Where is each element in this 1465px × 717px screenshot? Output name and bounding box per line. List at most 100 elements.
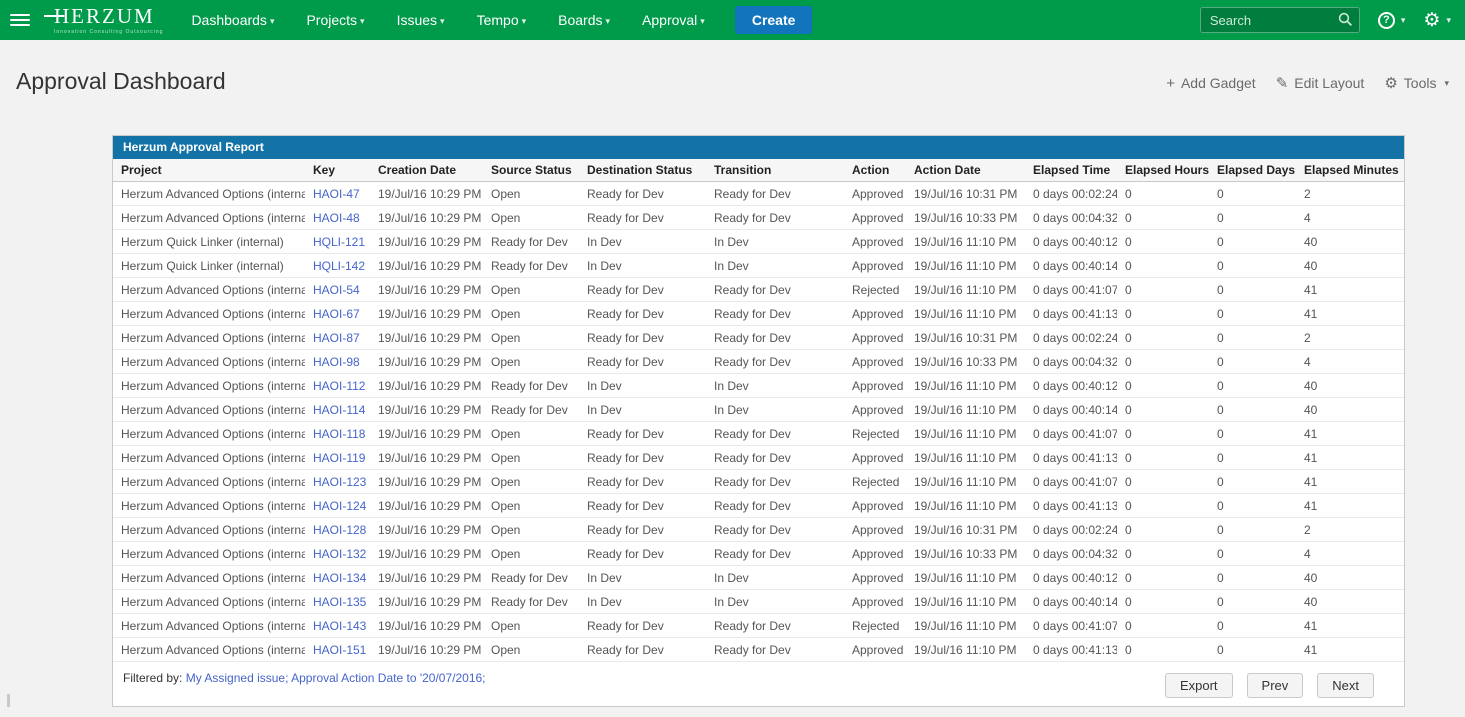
issue-key-link[interactable]: HAOI-132 (313, 547, 366, 561)
filtered-by-label: Filtered by: (123, 671, 182, 685)
cell-project: Herzum Advanced Options (internal) (113, 398, 305, 422)
cell-elapsed-minutes: 40 (1296, 230, 1404, 254)
cell-creation-date: 19/Jul/16 10:29 PM (370, 566, 483, 590)
issue-key-link[interactable]: HAOI-124 (313, 499, 366, 513)
cell-destination-status: Ready for Dev (579, 182, 706, 206)
cell-project: Herzum Advanced Options (internal) (113, 518, 305, 542)
cell-source-status: Open (483, 206, 579, 230)
filter-criteria-link[interactable]: My Assigned issue; Approval Action Date … (186, 671, 486, 685)
cell-destination-status: Ready for Dev (579, 326, 706, 350)
cell-transition: In Dev (706, 590, 844, 614)
cell-destination-status: Ready for Dev (579, 518, 706, 542)
cell-source-status: Ready for Dev (483, 566, 579, 590)
issue-key-link[interactable]: HAOI-54 (313, 283, 360, 297)
issue-key-link[interactable]: HAOI-87 (313, 331, 360, 345)
cell-elapsed-time: 0 days 00:04:32 (1025, 206, 1117, 230)
issue-key-link[interactable]: HQLI-142 (313, 259, 365, 273)
issue-key-link[interactable]: HAOI-119 (313, 451, 365, 465)
nav-item-approval[interactable]: Approval▾ (642, 12, 705, 28)
cell-elapsed-time: 0 days 00:41:07 (1025, 614, 1117, 638)
cell-project: Herzum Advanced Options (internal) (113, 374, 305, 398)
cell-elapsed-time: 0 days 00:41:13 (1025, 446, 1117, 470)
cell-elapsed-minutes: 41 (1296, 638, 1404, 662)
cell-source-status: Open (483, 614, 579, 638)
issue-key-link[interactable]: HAOI-135 (313, 595, 366, 609)
issue-key-link[interactable]: HAOI-47 (313, 187, 360, 201)
tools-menu-button[interactable]: ⚙ Tools ▾ (1384, 74, 1449, 92)
cell-elapsed-time: 0 days 00:41:13 (1025, 494, 1117, 518)
issue-key-link[interactable]: HQLI-121 (313, 235, 365, 249)
cell-elapsed-hours: 0 (1117, 398, 1209, 422)
cell-key: HAOI-98 (305, 350, 370, 374)
cell-key: HAOI-87 (305, 326, 370, 350)
issue-key-link[interactable]: HAOI-118 (313, 427, 365, 441)
cell-elapsed-days: 0 (1209, 278, 1296, 302)
issue-key-link[interactable]: HAOI-123 (313, 475, 366, 489)
nav-item-dashboards[interactable]: Dashboards▾ (191, 12, 274, 28)
cell-action: Approved (844, 254, 906, 278)
issue-key-link[interactable]: HAOI-112 (313, 379, 365, 393)
help-menu[interactable]: ? ▾ (1378, 12, 1406, 29)
issue-key-link[interactable]: HAOI-114 (313, 403, 365, 417)
cell-destination-status: Ready for Dev (579, 278, 706, 302)
cell-destination-status: In Dev (579, 398, 706, 422)
nav-item-projects[interactable]: Projects▾ (306, 12, 364, 28)
cell-transition: Ready for Dev (706, 638, 844, 662)
nav-item-issues[interactable]: Issues▾ (397, 12, 445, 28)
issue-key-link[interactable]: HAOI-98 (313, 355, 360, 369)
cell-elapsed-hours: 0 (1117, 182, 1209, 206)
create-button[interactable]: Create (735, 6, 813, 34)
cell-key: HAOI-135 (305, 590, 370, 614)
search-icon[interactable] (1338, 12, 1353, 32)
table-row: Herzum Advanced Options (internal)HAOI-1… (113, 638, 1404, 662)
issue-key-link[interactable]: HAOI-143 (313, 619, 366, 633)
cell-action-date: 19/Jul/16 10:31 PM (906, 182, 1025, 206)
cell-elapsed-minutes: 2 (1296, 326, 1404, 350)
page-title: Approval Dashboard (16, 68, 226, 95)
cell-elapsed-hours: 0 (1117, 278, 1209, 302)
col-key: Key (305, 159, 370, 182)
cell-elapsed-minutes: 4 (1296, 350, 1404, 374)
next-button[interactable]: Next (1317, 673, 1374, 698)
settings-menu[interactable]: ⚙ ▾ (1423, 11, 1451, 30)
table-row: Herzum Advanced Options (internal)HAOI-1… (113, 566, 1404, 590)
issue-key-link[interactable]: HAOI-151 (313, 643, 366, 657)
chevron-down-icon: ▾ (700, 16, 705, 26)
cell-project: Herzum Advanced Options (internal) (113, 422, 305, 446)
prev-button[interactable]: Prev (1247, 673, 1304, 698)
issue-key-link[interactable]: HAOI-134 (313, 571, 366, 585)
cell-elapsed-days: 0 (1209, 398, 1296, 422)
cell-elapsed-minutes: 40 (1296, 590, 1404, 614)
cell-destination-status: Ready for Dev (579, 638, 706, 662)
nav-item-tempo[interactable]: Tempo▾ (477, 12, 527, 28)
edit-layout-button[interactable]: ✎ Edit Layout (1276, 74, 1365, 92)
cell-project: Herzum Advanced Options (internal) (113, 470, 305, 494)
herzum-logo[interactable]: HERZUM Innovation Consulting Outsourcing (44, 6, 163, 35)
cell-key: HQLI-121 (305, 230, 370, 254)
cell-elapsed-hours: 0 (1117, 350, 1209, 374)
nav-item-boards[interactable]: Boards▾ (558, 12, 610, 28)
cell-elapsed-hours: 0 (1117, 518, 1209, 542)
help-icon: ? (1378, 12, 1395, 29)
cell-elapsed-time: 0 days 00:02:24 (1025, 518, 1117, 542)
approval-report-gadget: Herzum Approval Report Project Key Creat… (112, 135, 1405, 707)
cell-action-date: 19/Jul/16 11:10 PM (906, 638, 1025, 662)
cell-elapsed-hours: 0 (1117, 302, 1209, 326)
issue-key-link[interactable]: HAOI-67 (313, 307, 360, 321)
issue-key-link[interactable]: HAOI-128 (313, 523, 366, 537)
export-button[interactable]: Export (1165, 673, 1233, 698)
search-input[interactable] (1200, 7, 1360, 33)
table-row: Herzum Advanced Options (internal) HAOI-1… (113, 374, 1404, 398)
cell-action: Approved (844, 326, 906, 350)
cell-action-date: 19/Jul/16 11:10 PM (906, 254, 1025, 278)
cell-creation-date: 19/Jul/16 10:29 PM (370, 182, 483, 206)
hamburger-menu-icon[interactable] (10, 14, 30, 26)
cell-creation-date: 19/Jul/16 10:29 PM (370, 446, 483, 470)
cell-elapsed-hours: 0 (1117, 494, 1209, 518)
add-gadget-button[interactable]: + Add Gadget (1166, 75, 1256, 92)
issue-key-link[interactable]: HAOI-48 (313, 211, 360, 225)
cell-elapsed-days: 0 (1209, 614, 1296, 638)
cell-action-date: 19/Jul/16 10:31 PM (906, 518, 1025, 542)
cell-elapsed-time: 0 days 00:04:32 (1025, 350, 1117, 374)
cell-elapsed-minutes: 4 (1296, 206, 1404, 230)
